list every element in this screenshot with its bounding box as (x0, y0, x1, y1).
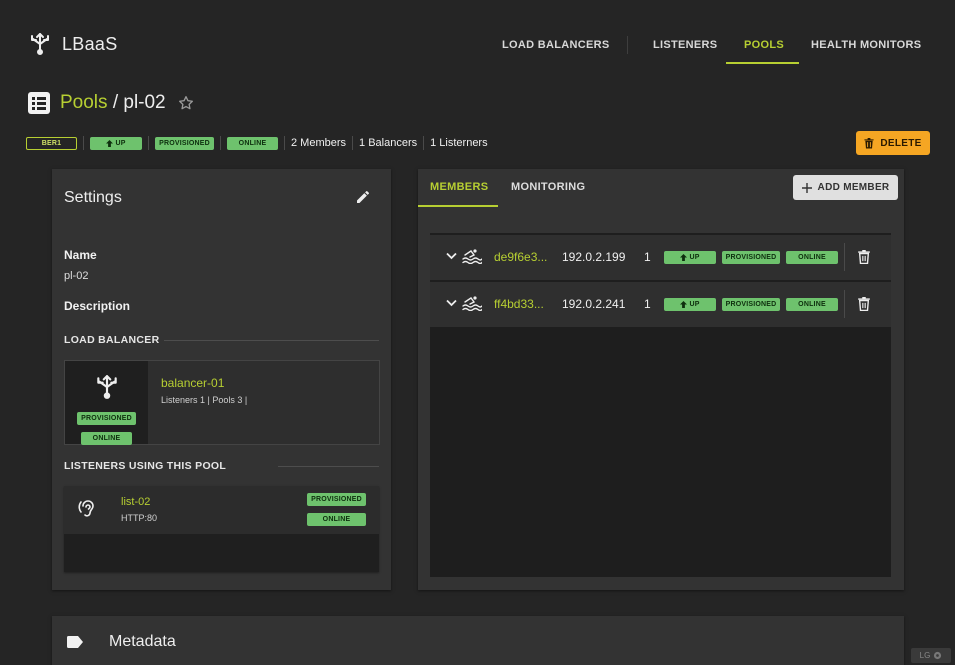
members-count: 2 Members (291, 137, 347, 149)
member-ip: 192.0.2.199 (562, 250, 626, 264)
separator (423, 136, 425, 150)
nav-active-underline (726, 62, 799, 64)
chevron-down-icon[interactable] (446, 252, 457, 260)
arrow-up-icon (680, 254, 688, 261)
load-balancer-section-header: LOAD BALANCER (64, 334, 160, 346)
trash-icon (864, 137, 874, 149)
separator (148, 136, 149, 150)
nav-listeners[interactable]: LISTENERS (653, 39, 717, 51)
arrow-up-icon (106, 139, 114, 147)
delete-label: DELETE (880, 137, 922, 149)
member-id-link[interactable]: de9f6e3... (494, 250, 547, 264)
operating-status-badge: UP (90, 136, 142, 150)
settings-card: Settings Name pl-02 Description LOAD BAL… (52, 169, 391, 590)
name-value: pl-02 (64, 270, 89, 282)
member-provisioning-badge: PROVISIONED (722, 298, 780, 311)
star-icon[interactable] (178, 95, 194, 111)
gear-icon (933, 651, 942, 660)
pool-status-row: BER1 UP PROVISIONED ONLINE 2 Members 1 B… (26, 136, 488, 150)
chevron-down-icon[interactable] (446, 299, 457, 307)
separator (844, 243, 845, 271)
member-operating-badge: UP (664, 251, 716, 264)
lb-meta: Listeners 1 | Pools 3 | (161, 395, 248, 405)
nav-separator (627, 36, 628, 54)
separator (284, 136, 285, 150)
load-balancer-thumbnail: PROVISIONED ONLINE (65, 361, 148, 445)
lb-online-badge: ONLINE (81, 432, 132, 445)
listener-name-link[interactable]: list-02 (121, 496, 150, 508)
nav-health-monitors[interactable]: HEALTH MONITORS (811, 39, 921, 51)
settings-title: Settings (64, 189, 122, 206)
members-list: de9f6e3... 192.0.2.199 1 UP PROVISIONED … (430, 233, 891, 577)
pool-member-icon (462, 248, 482, 264)
trash-icon[interactable] (858, 250, 870, 264)
online-badge: ONLINE (227, 136, 278, 150)
delete-button[interactable]: DELETE (856, 131, 930, 155)
edit-icon[interactable] (355, 189, 371, 205)
listener-protocol: HTTP:80 (121, 513, 158, 523)
member-provisioning-badge: PROVISIONED (722, 251, 780, 264)
load-balancer-item[interactable]: PROVISIONED ONLINE balancer-01 Listeners… (64, 360, 380, 445)
separator (844, 290, 845, 318)
member-weight: 1 (644, 250, 651, 264)
name-label: Name (64, 248, 97, 262)
tag-icon (67, 636, 83, 648)
top-nav: LOAD BALANCERS LISTENERS POOLS HEALTH MO… (0, 24, 955, 65)
arrow-up-icon (680, 301, 688, 308)
breadcrumb-separator: / (112, 92, 119, 113)
description-label: Description (64, 299, 131, 313)
nav-pools[interactable]: POOLS (744, 39, 784, 51)
region-badge: BER1 (26, 136, 77, 150)
member-row[interactable]: ff4bd33... 192.0.2.241 1 UP PROVISIONED … (430, 282, 891, 327)
load-balancer-icon (94, 374, 120, 400)
members-card: MEMBERS MONITORING ADD MEMBER de9f6e3...… (418, 169, 904, 590)
lg-badge[interactable]: LG (911, 648, 951, 663)
member-id-link[interactable]: ff4bd33... (494, 297, 544, 311)
pool-name-title: pl-02 (123, 92, 166, 113)
lb-name-link[interactable]: balancer-01 (161, 376, 224, 390)
tab-members[interactable]: MEMBERS (430, 181, 488, 193)
tab-monitoring[interactable]: MONITORING (511, 181, 585, 193)
member-operating-badge: UP (664, 298, 716, 311)
balancers-count: 1 Balancers (359, 137, 418, 149)
member-ip: 192.0.2.241 (562, 297, 626, 311)
member-weight: 1 (644, 297, 651, 311)
divider (164, 340, 379, 341)
metadata-title: Metadata (109, 633, 176, 650)
listeners-count: 1 Listerners (430, 137, 488, 149)
add-member-label: ADD MEMBER (817, 182, 890, 193)
listener-online-badge: ONLINE (307, 513, 366, 526)
separator (83, 136, 84, 150)
provisioning-badge: PROVISIONED (155, 136, 214, 150)
lg-label: LG (919, 651, 931, 660)
divider (278, 466, 379, 467)
trash-icon[interactable] (858, 297, 870, 311)
nav-load-balancers[interactable]: LOAD BALANCERS (502, 39, 609, 51)
lb-provisioning-badge: PROVISIONED (77, 412, 136, 425)
plus-icon (801, 182, 812, 193)
member-operating-label: UP (689, 254, 700, 261)
list-icon (28, 92, 50, 114)
separator (220, 136, 221, 150)
operating-status-label: UP (115, 139, 126, 147)
page-title: Pools / pl-02 (28, 92, 194, 114)
pool-member-icon (462, 295, 482, 311)
member-operating-label: UP (689, 301, 700, 308)
add-member-button[interactable]: ADD MEMBER (793, 175, 898, 200)
tab-active-underline (418, 205, 498, 207)
listeners-section-header: LISTENERS USING THIS POOL (64, 460, 227, 472)
separator (352, 136, 354, 150)
listener-item[interactable]: list-02 HTTP:80 PROVISIONED ONLINE (64, 486, 379, 572)
metadata-card[interactable]: Metadata (52, 616, 904, 665)
ear-icon (78, 499, 96, 519)
listener-provisioning-badge: PROVISIONED (307, 493, 366, 506)
member-online-badge: ONLINE (786, 298, 838, 311)
member-online-badge: ONLINE (786, 251, 838, 264)
listener-item-header: list-02 HTTP:80 PROVISIONED ONLINE (64, 486, 379, 534)
breadcrumb-pools[interactable]: Pools (60, 92, 108, 113)
member-row[interactable]: de9f6e3... 192.0.2.199 1 UP PROVISIONED … (430, 235, 891, 280)
